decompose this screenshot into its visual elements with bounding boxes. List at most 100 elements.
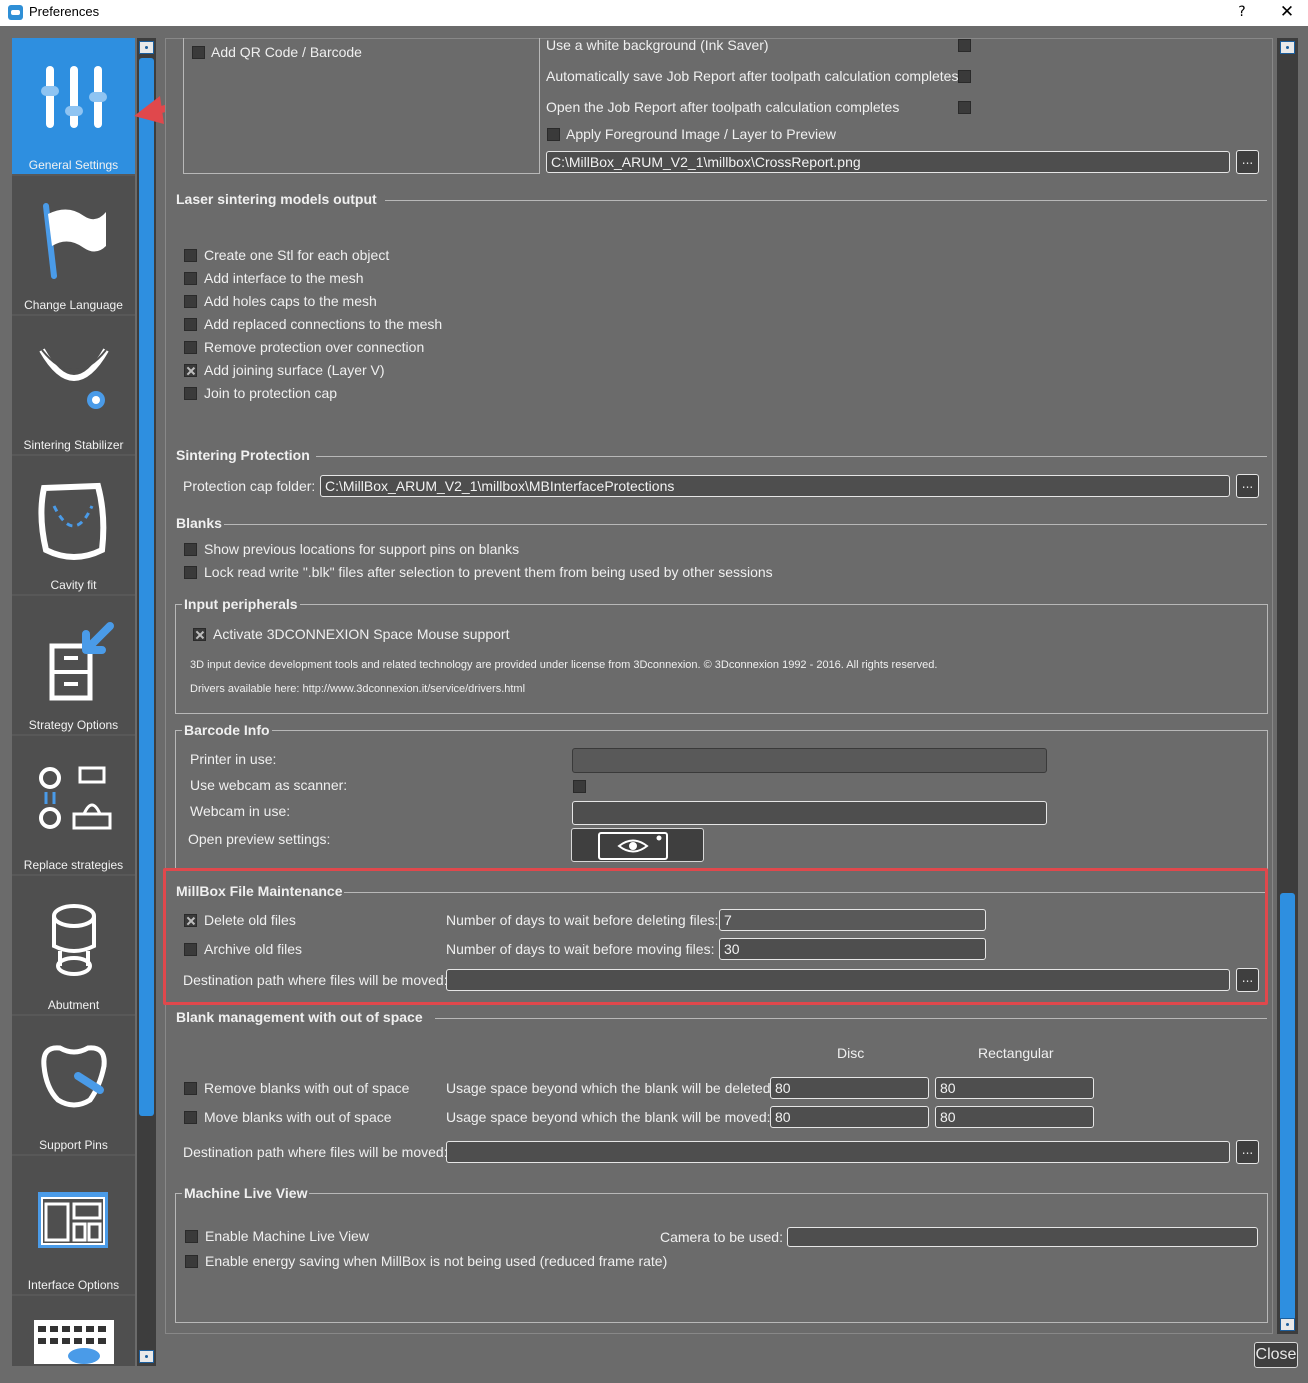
add-replaced-connections-label: Add replaced connections to the mesh	[204, 316, 443, 332]
enable-live-view-checkbox[interactable]	[185, 1230, 198, 1243]
tooth-cavity-icon	[38, 482, 107, 560]
eye-camera-icon	[598, 832, 668, 860]
close-button[interactable]: Close	[1254, 1342, 1298, 1368]
abutment-icon	[52, 904, 96, 976]
preview-settings-label: Open preview settings:	[188, 831, 331, 847]
move-blanks-checkbox[interactable]	[184, 1111, 197, 1124]
scroll-thumb[interactable]	[1280, 893, 1295, 1321]
layout-icon	[38, 1192, 108, 1248]
sidebar-item-sintering-stabilizer[interactable]: Sintering Stabilizer	[12, 318, 135, 456]
sliders-icon	[41, 66, 107, 128]
printer-label: Printer in use:	[190, 751, 277, 767]
input-section-title: Input peripherals	[182, 596, 300, 612]
space-mouse-checkbox[interactable]	[193, 628, 206, 641]
window-close-button[interactable]: ✕	[1272, 1, 1302, 25]
divider	[224, 524, 1267, 525]
divider	[316, 456, 1267, 457]
open-report-label: Open the Job Report after toolpath calcu…	[546, 99, 900, 115]
sidebar-item-strategy-options[interactable]: Strategy Options	[12, 598, 135, 736]
apply-fg-label: Apply Foreground Image / Layer to Previe…	[566, 126, 837, 142]
webcam-in-use-label: Webcam in use:	[190, 803, 291, 819]
move-rect-input[interactable]: 80	[935, 1106, 1094, 1128]
sidebar-item-support-pins[interactable]: Support Pins	[12, 1018, 135, 1156]
scroll-down-arrow[interactable]	[139, 1350, 154, 1363]
sidebar-item-label: Interface Options	[27, 1278, 120, 1292]
blank-dest-field[interactable]	[446, 1141, 1230, 1163]
join-protection-cap-checkbox[interactable]	[184, 387, 197, 400]
open-report-checkbox[interactable]	[958, 101, 971, 114]
add-joining-surface-checkbox[interactable]	[184, 364, 197, 377]
add-qr-checkbox[interactable]	[192, 46, 205, 59]
flag-icon	[43, 203, 106, 279]
highlight-box-annotation	[163, 868, 1268, 1005]
webcam-scanner-checkbox[interactable]	[573, 780, 586, 793]
tooth-pin-icon	[41, 1045, 107, 1108]
camera-label: Camera to be used:	[660, 1229, 783, 1245]
protection-cap-folder-field[interactable]: C:\MillBox_ARUM_V2_1\millbox\MBInterface…	[320, 475, 1230, 497]
sidebar-item-general-settings[interactable]: General Settings	[12, 38, 135, 176]
scroll-up-arrow[interactable]	[1280, 41, 1295, 54]
scroll-up-arrow[interactable]	[139, 41, 154, 54]
remove-blanks-label: Remove blanks with out of space	[204, 1080, 410, 1096]
remove-protection-label: Remove protection over connection	[204, 339, 425, 355]
sidebar-item-replace-strategies[interactable]: Replace strategies	[12, 738, 135, 876]
sidebar-item-change-language[interactable]: Change Language	[12, 178, 135, 316]
add-holes-caps-checkbox[interactable]	[184, 295, 197, 308]
lock-blk-label: Lock read write ".blk" files after selec…	[204, 564, 773, 580]
show-prev-locations-checkbox[interactable]	[184, 543, 197, 556]
printer-select[interactable]	[572, 748, 1047, 773]
enable-live-view-label: Enable Machine Live View	[205, 1228, 369, 1244]
add-replaced-connections-checkbox[interactable]	[184, 318, 197, 331]
sidebar-item-label: General Settings	[28, 158, 119, 172]
scroll-thumb[interactable]	[139, 58, 154, 1116]
browse-fg-button[interactable]: ...	[1236, 150, 1259, 174]
show-prev-locations-label: Show previous locations for support pins…	[204, 541, 520, 557]
remove-protection-checkbox[interactable]	[184, 341, 197, 354]
preview-settings-button[interactable]	[571, 828, 704, 862]
add-interface-checkbox[interactable]	[184, 272, 197, 285]
fg-image-path-field[interactable]: C:\MillBox_ARUM_V2_1\millbox\CrossReport…	[546, 151, 1230, 173]
join-protection-cap-label: Join to protection cap	[204, 385, 338, 401]
add-qr-label: Add QR Code / Barcode	[211, 44, 362, 60]
remove-rect-input[interactable]: 80	[935, 1077, 1094, 1099]
sintering-section-title: Sintering Protection	[176, 447, 310, 463]
remove-blanks-checkbox[interactable]	[184, 1082, 197, 1095]
webcam-select[interactable]	[572, 801, 1047, 825]
disc-column-header: Disc	[837, 1045, 865, 1061]
content-scrollbar[interactable]	[1277, 38, 1298, 1334]
sidebar: General Settings Change Language Sinteri…	[12, 38, 135, 1366]
browse-protection-folder-button[interactable]: ...	[1236, 474, 1259, 498]
energy-saving-checkbox[interactable]	[185, 1255, 198, 1268]
dental-arch-gear-icon	[39, 348, 109, 409]
license-text: 3D input device development tools and re…	[190, 659, 938, 671]
sidebar-item-keyboard[interactable]	[12, 1298, 135, 1366]
sidebar-item-cavity-fit[interactable]: Cavity fit	[12, 458, 135, 596]
auto-save-label: Automatically save Job Report after tool…	[546, 68, 959, 84]
energy-saving-label: Enable energy saving when MillBox is not…	[205, 1253, 668, 1269]
sidebar-item-abutment[interactable]: Abutment	[12, 878, 135, 1016]
scroll-down-arrow[interactable]	[1280, 1318, 1295, 1331]
sidebar-item-label: Strategy Options	[28, 718, 119, 732]
protection-cap-folder-label: Protection cap folder:	[183, 478, 316, 494]
laser-section-title: Laser sintering models output	[176, 191, 377, 207]
sidebar-scrollbar[interactable]	[137, 38, 156, 1366]
sidebar-item-label: Support Pins	[39, 1138, 108, 1152]
webcam-scanner-label: Use webcam as scanner:	[190, 777, 348, 793]
lock-blk-checkbox[interactable]	[184, 566, 197, 579]
white-bg-checkbox[interactable]	[958, 39, 971, 52]
sidebar-item-label: Abutment	[47, 998, 100, 1012]
apply-fg-checkbox[interactable]	[547, 128, 560, 141]
camera-select[interactable]	[787, 1227, 1258, 1247]
add-joining-surface-label: Add joining surface (Layer V)	[204, 362, 385, 378]
auto-save-checkbox[interactable]	[958, 70, 971, 83]
window-title: Preferences	[29, 4, 100, 19]
sidebar-item-label: Replace strategies	[23, 858, 124, 872]
create-stl-checkbox[interactable]	[184, 249, 197, 262]
divider	[435, 1018, 1267, 1019]
white-bg-label: Use a white background (Ink Saver)	[546, 37, 769, 53]
move-disc-input[interactable]: 80	[770, 1106, 929, 1128]
remove-disc-input[interactable]: 80	[770, 1077, 929, 1099]
browse-blank-dest-button[interactable]: ...	[1236, 1140, 1259, 1164]
sidebar-item-interface-options[interactable]: Interface Options	[12, 1158, 135, 1296]
help-button[interactable]: ?	[1230, 2, 1254, 24]
